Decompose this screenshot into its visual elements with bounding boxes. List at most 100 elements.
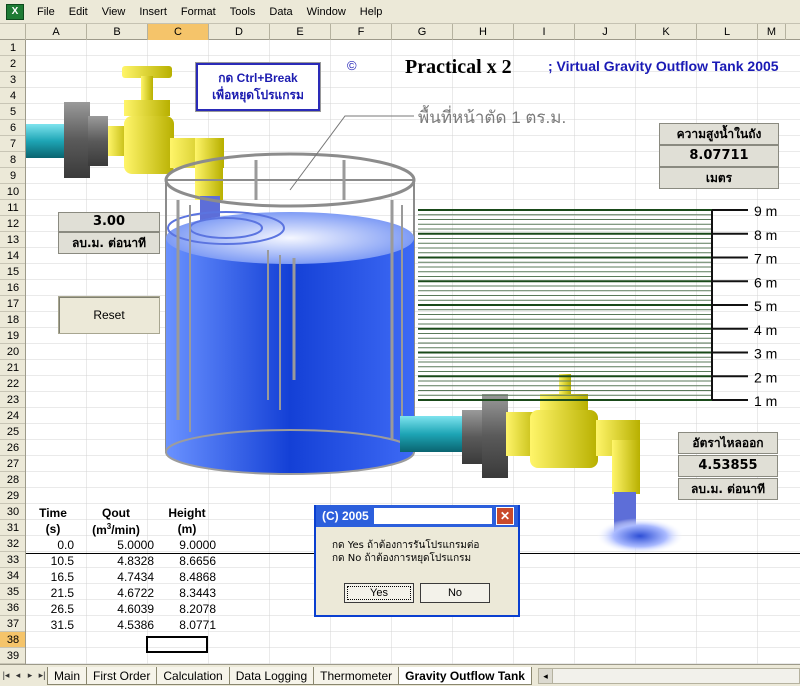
tab-first-order[interactable]: First Order [86, 666, 158, 685]
message-dialog[interactable]: (C) 2005 ✕ กด Yes ถ้าต้องการรันโปรแกรมต่… [314, 505, 520, 617]
first-sheet-icon[interactable]: |◂ [0, 670, 12, 681]
height-cell[interactable]: 8.0771 [156, 617, 218, 633]
column-header-m[interactable]: M [758, 24, 786, 40]
row-header-5[interactable]: 5 [0, 104, 25, 120]
time-cell[interactable]: 26.5 [30, 601, 76, 617]
column-header-j[interactable]: J [575, 24, 636, 40]
row-header-37[interactable]: 37 [0, 616, 25, 632]
row-header-18[interactable]: 18 [0, 312, 25, 328]
row-header-7[interactable]: 7 [0, 136, 25, 152]
row-header-1[interactable]: 1 [0, 40, 25, 56]
yes-button[interactable]: Yes [344, 583, 414, 603]
row-header-33[interactable]: 33 [0, 552, 25, 568]
row-header-9[interactable]: 9 [0, 168, 25, 184]
column-header-i[interactable]: I [514, 24, 575, 40]
qout-cell[interactable]: 4.5386 [76, 617, 156, 633]
row-header-16[interactable]: 16 [0, 280, 25, 296]
row-header-36[interactable]: 36 [0, 600, 25, 616]
dialog-titlebar[interactable]: (C) 2005 ✕ [316, 505, 518, 527]
row-header-10[interactable]: 10 [0, 184, 25, 200]
column-header-g[interactable]: G [392, 24, 453, 40]
height-cell[interactable]: 9.0000 [156, 537, 218, 553]
row-header-4[interactable]: 4 [0, 88, 25, 104]
horizontal-scrollbar[interactable]: ◂ [537, 667, 800, 684]
menu-file[interactable]: File [30, 0, 62, 24]
tab-thermometer[interactable]: Thermometer [313, 666, 400, 685]
row-header-34[interactable]: 34 [0, 568, 25, 584]
row-header-25[interactable]: 25 [0, 424, 25, 440]
menu-tools[interactable]: Tools [223, 0, 263, 24]
reset-button[interactable]: Reset [58, 296, 160, 334]
time-cell[interactable]: 31.5 [30, 617, 76, 633]
row-header-14[interactable]: 14 [0, 248, 25, 264]
row-header-21[interactable]: 21 [0, 360, 25, 376]
select-all-corner[interactable] [0, 24, 26, 40]
column-header-l[interactable]: L [697, 24, 758, 40]
row-header-6[interactable]: 6 [0, 120, 25, 136]
qout-cell[interactable]: 4.6039 [76, 601, 156, 617]
qout-cell[interactable]: 4.6722 [76, 585, 156, 601]
row-header-17[interactable]: 17 [0, 296, 25, 312]
row-header-26[interactable]: 26 [0, 440, 25, 456]
menu-window[interactable]: Window [300, 0, 353, 24]
column-header-k[interactable]: K [636, 24, 697, 40]
menu-help[interactable]: Help [353, 0, 390, 24]
height-cell[interactable]: 8.4868 [156, 569, 218, 585]
row-header-11[interactable]: 11 [0, 200, 25, 216]
menu-edit[interactable]: Edit [62, 0, 95, 24]
column-header-c[interactable]: C [148, 24, 209, 40]
menu-view[interactable]: View [95, 0, 133, 24]
row-header-28[interactable]: 28 [0, 472, 25, 488]
column-header-d[interactable]: D [209, 24, 270, 40]
row-header-20[interactable]: 20 [0, 344, 25, 360]
qout-cell[interactable]: 4.7434 [76, 569, 156, 585]
menu-data[interactable]: Data [262, 0, 299, 24]
row-header-12[interactable]: 12 [0, 216, 25, 232]
row-header-29[interactable]: 29 [0, 488, 25, 504]
row-header-22[interactable]: 22 [0, 376, 25, 392]
height-cell[interactable]: 8.6656 [156, 553, 218, 569]
row-header-27[interactable]: 27 [0, 456, 25, 472]
next-sheet-icon[interactable]: ▸ [24, 670, 36, 681]
column-header-f[interactable]: F [331, 24, 392, 40]
no-button[interactable]: No [420, 583, 490, 603]
row-header-15[interactable]: 15 [0, 264, 25, 280]
close-icon[interactable]: ✕ [496, 507, 514, 525]
height-cell[interactable]: 8.2078 [156, 601, 218, 617]
qout-cell[interactable]: 4.8328 [76, 553, 156, 569]
time-cell[interactable]: 10.5 [30, 553, 76, 569]
row-header-39[interactable]: 39 [0, 648, 25, 664]
column-header-b[interactable]: B [87, 24, 148, 40]
column-header-a[interactable]: A [26, 24, 87, 40]
time-cell[interactable]: 16.5 [30, 569, 76, 585]
scroll-left-icon[interactable]: ◂ [538, 668, 553, 683]
inflow-value[interactable]: 3.00 [58, 212, 160, 232]
tab-gravity-outflow-tank[interactable]: Gravity Outflow Tank [398, 666, 532, 685]
row-header-13[interactable]: 13 [0, 232, 25, 248]
row-header-35[interactable]: 35 [0, 584, 25, 600]
time-cell[interactable]: 0.0 [30, 537, 76, 553]
row-header-38[interactable]: 38 [0, 632, 25, 648]
menu-insert[interactable]: Insert [132, 0, 174, 24]
row-header-30[interactable]: 30 [0, 504, 25, 520]
prev-sheet-icon[interactable]: ◂ [12, 670, 24, 681]
tab-calculation[interactable]: Calculation [156, 666, 230, 685]
column-header-h[interactable]: H [453, 24, 514, 40]
row-header-19[interactable]: 19 [0, 328, 25, 344]
menu-format[interactable]: Format [174, 0, 223, 24]
row-header-8[interactable]: 8 [0, 152, 25, 168]
time-cell[interactable]: 21.5 [30, 585, 76, 601]
tab-data-logging[interactable]: Data Logging [228, 666, 315, 685]
row-header-32[interactable]: 32 [0, 536, 25, 552]
row-header-2[interactable]: 2 [0, 56, 25, 72]
qout-cell[interactable]: 5.0000 [76, 537, 156, 553]
tab-main[interactable]: Main [47, 666, 88, 685]
row-header-31[interactable]: 31 [0, 520, 25, 536]
row-header-23[interactable]: 23 [0, 392, 25, 408]
column-header-e[interactable]: E [270, 24, 331, 40]
active-cell-cursor[interactable] [146, 636, 208, 653]
excel-app-icon[interactable]: X [6, 3, 24, 20]
row-header-24[interactable]: 24 [0, 408, 25, 424]
height-cell[interactable]: 8.3443 [156, 585, 218, 601]
row-header-3[interactable]: 3 [0, 72, 25, 88]
